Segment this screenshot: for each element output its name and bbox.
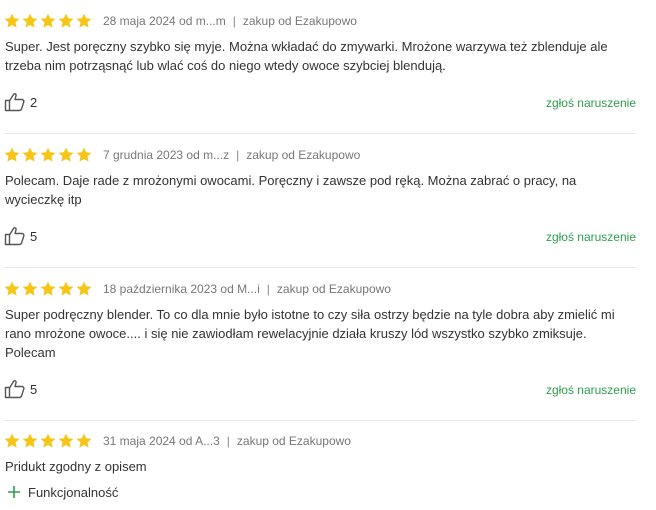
star-icon: [58, 147, 74, 162]
thumbs-up-icon: [4, 93, 25, 112]
meta-separator: |: [232, 14, 236, 28]
like-button[interactable]: 5: [4, 226, 37, 246]
star-icon: [40, 433, 56, 448]
review-date-author: 18 października 2023 od M...i: [103, 282, 260, 296]
star-icon: [4, 147, 20, 162]
review-source: zakup od Ezakupowo: [276, 282, 391, 296]
review-meta: 7 grudnia 2023 od m...z | zakup od Ezakupo…: [4, 145, 360, 165]
star-icon: [76, 281, 92, 296]
star-rating: [4, 147, 92, 163]
star-icon: [58, 433, 74, 448]
star-icon: [22, 147, 38, 162]
star-icon: [22, 433, 38, 448]
like-button[interactable]: 5: [4, 379, 37, 399]
review-meta: 28 maja 2024 od m...m | zakup od Ezakupowo: [4, 11, 357, 31]
pro-label: Funkcjonalność: [28, 484, 119, 500]
thumbs-up-icon: [4, 227, 25, 246]
review-item: 28 maja 2024 od m...m | zakup od Ezakupowo…: [4, 0, 636, 134]
star-icon: [4, 281, 20, 296]
star-icon: [22, 13, 38, 28]
review-item: 31 maja 2024 od A...3 | zakup od Ezakupowo…: [4, 421, 636, 510]
like-count: 5: [30, 228, 38, 244]
star-icon: [4, 13, 20, 28]
review-source: zakup od Ezakupowo: [242, 14, 357, 28]
report-link[interactable]: zgłoś naruszenie: [546, 96, 636, 110]
thumbs-up-icon: [4, 380, 25, 399]
star-icon: [40, 281, 56, 296]
review-date-author: 28 maja 2024 od m...m: [103, 14, 226, 28]
star-icon: [76, 147, 92, 162]
review-meta: 18 października 2023 od M...i | zakup od E…: [4, 279, 391, 299]
meta-separator: |: [236, 148, 240, 162]
pro-item: Funkcjonalność: [6, 484, 118, 500]
like-button[interactable]: 2: [4, 92, 37, 112]
star-icon: [58, 13, 74, 28]
star-icon: [40, 147, 56, 162]
meta-separator: |: [226, 434, 230, 448]
star-icon: [76, 13, 92, 28]
review-date-author: 31 maja 2024 od A...3: [103, 434, 220, 448]
review-source: zakup od Ezakupowo: [236, 434, 351, 448]
star-rating: [4, 281, 92, 297]
like-count: 5: [30, 381, 38, 397]
star-rating: [4, 13, 92, 29]
review-date-author: 7 grudnia 2023 od m...z: [103, 148, 230, 162]
review-text: Super. Jest poręczny szybko się myje. Mo…: [5, 39, 608, 73]
report-link[interactable]: zgłoś naruszenie: [546, 230, 636, 244]
review-text: Super podręczny blender. To co dla mnie …: [5, 307, 615, 360]
like-count: 2: [30, 94, 38, 110]
meta-separator: |: [266, 282, 270, 296]
review-text: Polecam. Daje rade z mrożonymi owocami. …: [5, 173, 577, 207]
star-rating: [4, 433, 92, 449]
star-icon: [22, 281, 38, 296]
star-icon: [40, 13, 56, 28]
star-icon: [58, 281, 74, 296]
review-text: Pridukt zgodny z opisem: [5, 459, 147, 474]
review-item: 18 października 2023 od M...i | zakup od E…: [4, 268, 636, 421]
review-meta: 31 maja 2024 od A...3 | zakup od Ezakupowo: [4, 431, 351, 451]
star-icon: [76, 433, 92, 448]
report-link[interactable]: zgłoś naruszenie: [546, 383, 636, 397]
review-source: zakup od Ezakupowo: [246, 148, 361, 162]
plus-icon: [8, 486, 20, 498]
star-icon: [4, 433, 20, 448]
review-item: 7 grudnia 2023 od m...z | zakup od Ezakupo…: [4, 134, 636, 268]
